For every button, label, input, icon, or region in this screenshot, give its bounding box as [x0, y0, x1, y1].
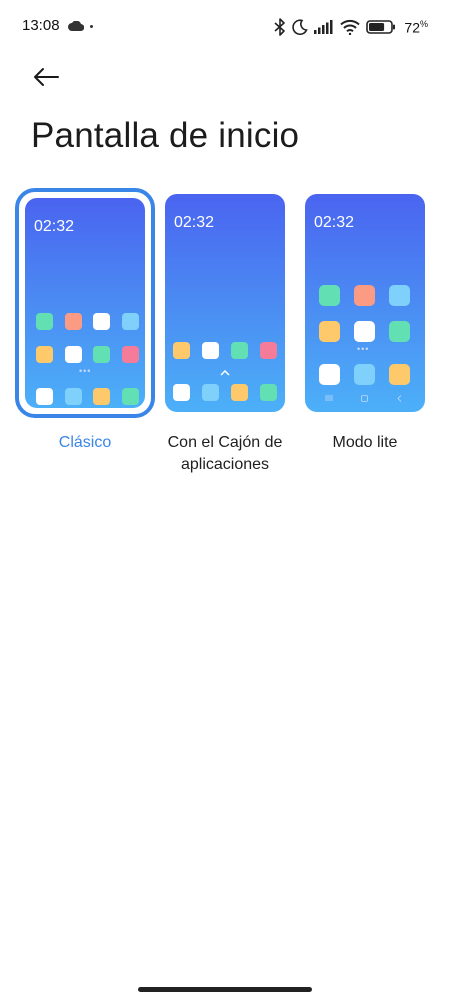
app-icon: [319, 285, 340, 306]
status-icons: 72%: [274, 16, 428, 38]
battery-icon: [366, 20, 396, 34]
app-icon: [36, 346, 53, 363]
dock-icon: [36, 388, 53, 405]
notification-dot-icon: [90, 25, 93, 28]
preview-clock: 02:32: [174, 214, 215, 231]
wifi-icon: [340, 19, 361, 35]
app-icon: [173, 342, 190, 359]
page-indicator-dots: •••: [79, 366, 92, 376]
nav-home-icon: [361, 395, 368, 402]
app-icon: [36, 313, 53, 330]
dock-icon: [202, 384, 219, 401]
app-icon: [93, 313, 110, 330]
app-icon: [319, 321, 340, 342]
back-arrow-icon: [34, 68, 59, 86]
option-classic-preview: 02:32 •••: [25, 198, 145, 408]
option-app-drawer-frame: 02:32: [155, 188, 295, 418]
option-app-drawer-preview: 02:32: [165, 194, 285, 412]
dock-icon: [260, 384, 277, 401]
signal-icon: [314, 20, 333, 34]
moon-icon: [292, 19, 309, 35]
app-icon: [389, 321, 410, 342]
app-icon: [122, 346, 139, 363]
app-icon: [354, 321, 375, 342]
preview-clock: 02:32: [314, 214, 355, 231]
nav-back-icon: [397, 395, 402, 402]
dock-icon: [122, 388, 139, 405]
dock-icon: [65, 388, 82, 405]
app-icon: [65, 313, 82, 330]
app-icon: [354, 364, 375, 385]
app-icon: [389, 364, 410, 385]
app-icon: [260, 342, 277, 359]
dock-icon: [93, 388, 110, 405]
bluetooth-icon: [274, 18, 286, 36]
page-title: Pantalla de inicio: [31, 116, 300, 155]
app-icon: [389, 285, 410, 306]
nav-menu-icon: [325, 395, 333, 401]
option-lite-mode-label: Modo lite: [332, 434, 398, 451]
app-icon: [122, 313, 139, 330]
battery-percentage: 72%: [404, 18, 428, 36]
app-icon: [65, 346, 82, 363]
app-icon: [202, 342, 219, 359]
status-time: 13:08: [22, 17, 60, 34]
cloud-icon: [68, 21, 84, 31]
chevron-up-icon: [220, 370, 230, 376]
option-classic-label: Clásico: [58, 434, 112, 451]
preview-clock: 02:32: [34, 218, 75, 235]
option-classic-selected-frame: 02:32 •••: [15, 188, 155, 418]
status-bar: 13:08 72%: [0, 0, 450, 56]
home-indicator[interactable]: [138, 987, 312, 992]
page-indicator-dots: •••: [357, 344, 370, 354]
option-app-drawer-label: Con el Cajón de aplicaciones: [167, 434, 283, 473]
app-icon: [319, 364, 340, 385]
option-lite-mode-preview: 02:32 •••: [305, 194, 425, 412]
dock-icon: [173, 384, 190, 401]
app-icon: [231, 342, 248, 359]
app-icon: [354, 285, 375, 306]
option-lite-mode-frame: 02:32 •••: [295, 188, 435, 418]
app-icon: [93, 346, 110, 363]
dock-icon: [231, 384, 248, 401]
back-button[interactable]: [30, 62, 62, 92]
